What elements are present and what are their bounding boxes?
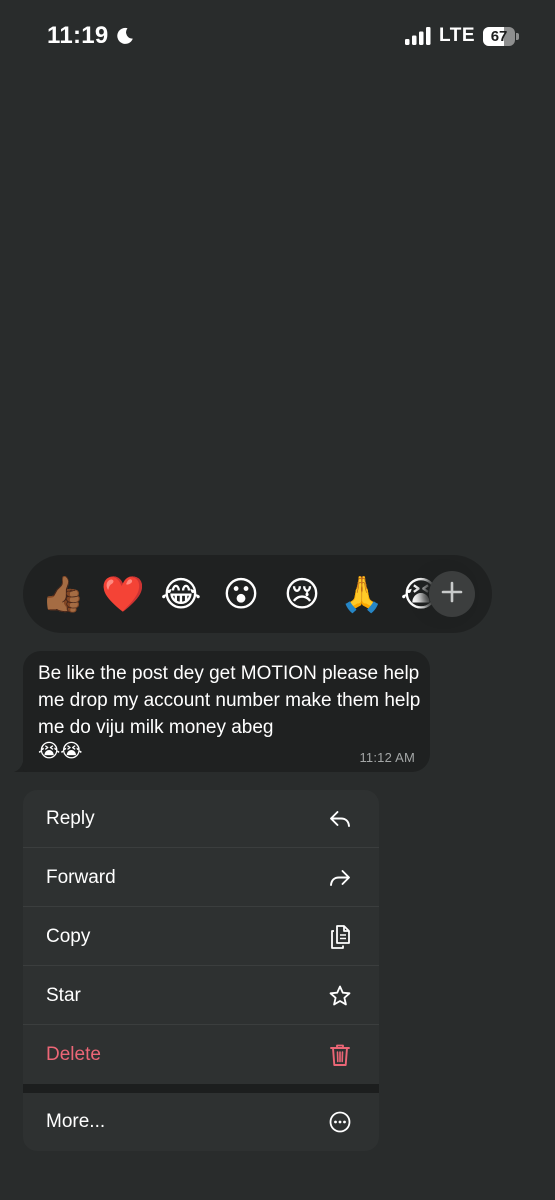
message-emojis: 😭😭	[38, 740, 83, 762]
status-time: 11:19	[47, 22, 109, 49]
reply-menu-item[interactable]: Reply	[23, 790, 379, 848]
trash-icon	[328, 1042, 352, 1068]
message-timestamp: 11:12 AM	[359, 750, 415, 765]
copy-label: Copy	[46, 925, 91, 947]
star-icon	[328, 984, 352, 1008]
battery-icon: 67	[483, 26, 519, 46]
battery-level: 67	[490, 27, 508, 45]
add-reaction-button[interactable]	[429, 571, 475, 617]
forward-icon	[328, 866, 352, 890]
message-text: Be like the post dey get MOTION please h…	[38, 663, 421, 738]
menu-separator	[23, 1084, 379, 1093]
plus-icon	[440, 580, 464, 609]
reaction-pray[interactable]: 🙏	[340, 574, 384, 616]
delete-label: Delete	[46, 1044, 101, 1065]
reaction-thumbs-up[interactable]: 👍🏾	[41, 574, 85, 616]
reaction-bar: 👍🏾 ❤️ 😂 😮 😢 🙏 😭	[23, 555, 492, 633]
message-bubble[interactable]: Be like the post dey get MOTION please h…	[23, 651, 430, 772]
reaction-surprised[interactable]: 😮	[220, 574, 262, 616]
reaction-heart[interactable]: ❤️	[101, 574, 145, 616]
reaction-sad[interactable]: 😢	[281, 574, 323, 616]
copy-menu-item[interactable]: Copy	[23, 908, 379, 966]
forward-label: Forward	[46, 866, 116, 888]
status-indicators: LTE 67	[405, 25, 519, 47]
star-menu-item[interactable]: Star	[23, 967, 379, 1025]
star-label: Star	[46, 984, 81, 1006]
forward-menu-item[interactable]: Forward	[23, 849, 379, 907]
more-icon	[328, 1110, 352, 1134]
delete-menu-item[interactable]: Delete	[23, 1026, 379, 1084]
signal-icon	[405, 27, 431, 45]
context-menu: Reply Forward Copy Star Delete More...	[23, 790, 379, 1151]
status-bar: 11:19 LTE 67	[0, 0, 555, 74]
more-menu-item[interactable]: More...	[23, 1093, 379, 1151]
reply-icon	[328, 807, 352, 831]
status-time-group: 11:19	[47, 22, 135, 50]
reaction-laughing[interactable]: 😂	[160, 574, 202, 616]
reply-label: Reply	[46, 807, 95, 829]
copy-icon	[328, 924, 352, 950]
network-label: LTE	[439, 25, 475, 46]
moon-icon	[115, 26, 135, 46]
more-label: More...	[46, 1111, 106, 1132]
